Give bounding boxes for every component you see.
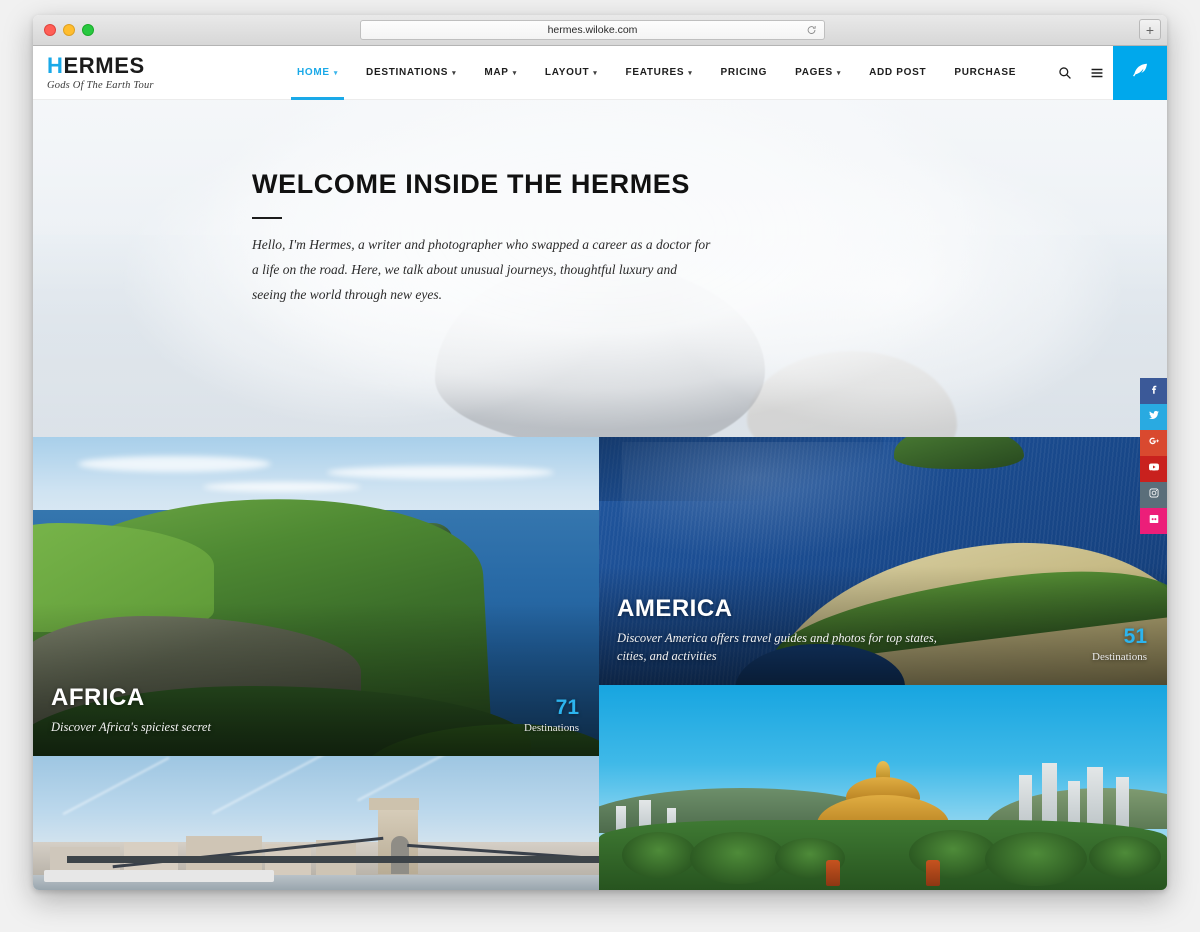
social-sidebar [1140, 378, 1167, 534]
social-link-dribbble[interactable] [1140, 508, 1167, 534]
card-subtitle: Discover America offers travel guides an… [617, 630, 937, 663]
feather-pen-icon [1131, 61, 1150, 85]
hero-divider [252, 216, 282, 219]
hero-title: WELCOME INSIDE THE HERMES [252, 169, 691, 199]
nav-label: PRICING [720, 67, 768, 78]
nav-item-add-post[interactable]: ADD POST [855, 46, 940, 100]
hero-content: WELCOME INSIDE THE HERMES Hello, I'm Her… [252, 169, 712, 308]
nav-label: LAYOUT [544, 67, 590, 78]
destinations-left-column: AFRICA Discover Africa's spiciest secret… [33, 437, 599, 890]
dribbble-icon [1148, 512, 1160, 530]
zoom-window-button[interactable] [82, 24, 94, 36]
chevron-down-icon: ▾ [452, 69, 457, 77]
nav-item-pricing[interactable]: PRICING [706, 46, 781, 100]
social-link-youtube[interactable] [1140, 456, 1167, 482]
nav-item-layout[interactable]: LAYOUT ▾ [531, 46, 612, 100]
nav-label: FEATURES [625, 67, 685, 78]
hero-section: WELCOME INSIDE THE HERMES Hello, I'm Her… [33, 100, 1167, 437]
destination-card-bridge[interactable] [33, 756, 599, 890]
pagoda-image [599, 685, 1167, 890]
address-bar[interactable]: hermes.wiloke.com [360, 20, 825, 40]
social-link-twitter[interactable] [1140, 404, 1167, 430]
logo-remainder: ERMES [63, 52, 145, 78]
twitter-icon [1148, 408, 1160, 426]
card-caption: AMERICA Discover America offers travel g… [617, 595, 969, 665]
page-viewport: HERMES Gods Of The Earth Tour HOME ▾ DES… [33, 46, 1167, 890]
site-logo[interactable]: HERMES Gods Of The Earth Tour [33, 46, 283, 99]
logo-text: HERMES [47, 52, 283, 78]
destination-card-america[interactable]: AMERICA Discover America offers travel g… [599, 437, 1167, 685]
card-destination-count: 71 Destinations [524, 697, 579, 734]
chevron-down-icon: ▾ [836, 69, 842, 77]
count-label: Destinations [1092, 651, 1147, 663]
card-destination-count: 51 Destinations [1092, 626, 1147, 663]
youtube-icon [1148, 460, 1160, 478]
bridge-image [33, 756, 599, 890]
nav-item-home[interactable]: HOME ▾ [283, 46, 352, 100]
instagram-icon [1148, 486, 1160, 504]
hero-paragraph: Hello, I'm Hermes, a writer and photogra… [252, 236, 711, 302]
new-tab-button[interactable]: + [1139, 19, 1161, 40]
chevron-down-icon: ▾ [512, 69, 517, 77]
chevron-down-icon: ▾ [333, 69, 339, 77]
nav-label: HOME [297, 67, 330, 78]
card-title: AFRICA [51, 684, 145, 712]
destinations-grid: AFRICA Discover Africa's spiciest secret… [33, 437, 1167, 890]
search-icon[interactable] [1049, 46, 1081, 100]
count-number: 51 [1123, 625, 1147, 648]
facebook-icon [1148, 382, 1160, 400]
destination-card-pagoda[interactable] [599, 685, 1167, 890]
browser-chrome: hermes.wiloke.com + [33, 15, 1167, 46]
google-plus-icon [1148, 434, 1160, 452]
site-header: HERMES Gods Of The Earth Tour HOME ▾ DES… [33, 46, 1167, 100]
main-navigation: HOME ▾ DESTINATIONS ▾ MAP ▾ LAYOUT ▾ FEA… [283, 46, 1049, 100]
card-caption: AFRICA Discover Africa's spiciest secret [51, 685, 211, 736]
destinations-right-column: AMERICA Discover America offers travel g… [599, 437, 1167, 890]
chevron-down-icon: ▾ [593, 69, 598, 77]
nav-label: DESTINATIONS [366, 67, 449, 78]
chevron-down-icon: ▾ [688, 69, 693, 77]
url-text: hermes.wiloke.com [547, 24, 638, 36]
nav-item-features[interactable]: FEATURES ▾ [612, 46, 707, 100]
logo-tagline: Gods Of The Earth Tour [47, 79, 154, 91]
write-post-button[interactable] [1113, 46, 1167, 100]
browser-window: hermes.wiloke.com + HERMES Gods Of The E… [33, 15, 1167, 890]
card-title: AMERICA [617, 595, 733, 623]
social-link-facebook[interactable] [1140, 378, 1167, 404]
count-label: Destinations [524, 722, 579, 734]
nav-item-purchase[interactable]: PURCHASE [940, 46, 1030, 100]
reload-icon[interactable] [806, 25, 817, 36]
nav-item-destinations[interactable]: DESTINATIONS ▾ [352, 46, 470, 100]
nav-label: ADD POST [869, 67, 927, 78]
minimize-window-button[interactable] [63, 24, 75, 36]
nav-item-map[interactable]: MAP ▾ [470, 46, 531, 100]
social-link-google-plus[interactable] [1140, 430, 1167, 456]
header-tools [1049, 46, 1167, 100]
destination-card-africa[interactable]: AFRICA Discover Africa's spiciest secret… [33, 437, 599, 756]
window-controls [44, 24, 94, 36]
close-window-button[interactable] [44, 24, 56, 36]
nav-item-pages[interactable]: PAGES ▾ [781, 46, 855, 100]
hamburger-menu-icon[interactable] [1081, 46, 1113, 100]
card-subtitle: Discover Africa's spiciest secret [51, 719, 211, 734]
logo-initial: H [47, 52, 64, 78]
nav-label: PAGES [795, 67, 833, 78]
nav-label: PURCHASE [954, 67, 1017, 78]
social-link-instagram[interactable] [1140, 482, 1167, 508]
nav-label: MAP [484, 67, 509, 78]
count-number: 71 [555, 696, 579, 719]
